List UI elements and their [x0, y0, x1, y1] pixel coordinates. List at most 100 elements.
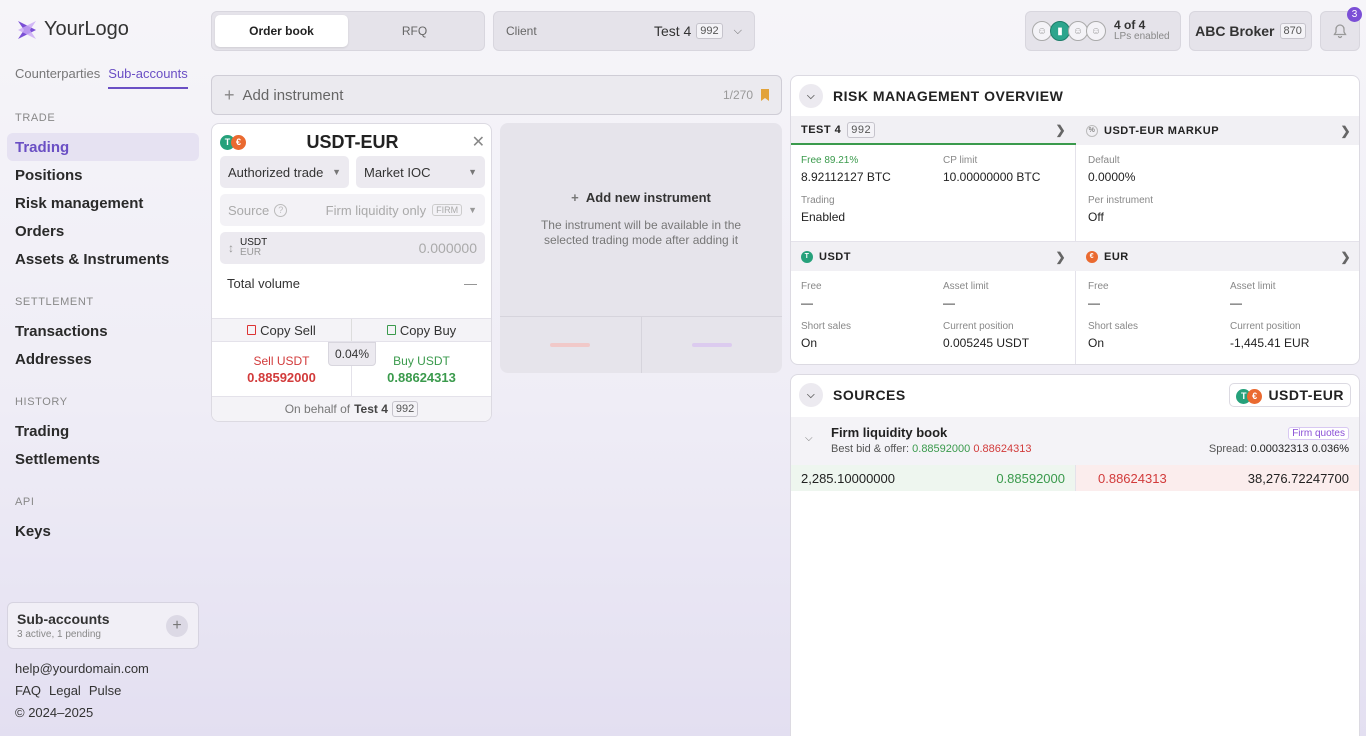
- risk-client-free: Free 89.21% 8.92112127 BTC: [801, 155, 891, 184]
- usdt-asset-limit: Asset limit —: [943, 281, 989, 310]
- total-volume-label: Total volume: [227, 276, 300, 291]
- copy-buy-label: Copy Buy: [399, 322, 457, 338]
- chevron-right-icon: ❯: [1340, 123, 1351, 138]
- source-label: Source: [228, 202, 270, 218]
- sort-icon[interactable]: ↕: [228, 241, 234, 255]
- mode-order-book[interactable]: Order book: [215, 15, 348, 47]
- ask-qty: 38,276.72247700: [1247, 470, 1349, 486]
- per-instrument-value: Off: [1088, 210, 1104, 224]
- spread-label: Spread:: [1208, 443, 1248, 455]
- quantity-input[interactable]: ↕ USDT EUR 0.000000: [220, 232, 485, 264]
- chevron-down-icon[interactable]: ⌵: [805, 433, 813, 444]
- faq-link[interactable]: FAQ: [15, 683, 41, 698]
- bell-icon: [1333, 24, 1347, 39]
- current-position-value: 0.005245 USDT: [943, 336, 1030, 350]
- risk-client-header[interactable]: TEST 4 992 ❯: [791, 116, 1076, 145]
- footer-links: FAQ Legal Pulse: [15, 683, 121, 698]
- book-title: Firm liquidity book: [831, 425, 948, 440]
- plus-icon: +: [224, 84, 235, 105]
- card-pair-title: USDT-EUR: [306, 131, 399, 152]
- chevron-down-icon: ⌵: [733, 24, 742, 37]
- free-label: Free 89.21%: [801, 155, 859, 166]
- add-instrument-input[interactable]: + Add instrument 1/270: [211, 75, 782, 115]
- sub-accounts-widget[interactable]: Sub-accounts 3 active, 1 pending +: [7, 602, 199, 649]
- sub-accounts-title: Sub-accounts: [17, 611, 110, 627]
- bookmark-icon[interactable]: [761, 89, 769, 101]
- risk-header: ⌵ RISK MANAGEMENT OVERVIEW: [791, 76, 1359, 116]
- add-new-instrument-card[interactable]: + Add new instrument The instrument will…: [500, 123, 782, 373]
- eur-asset-limit: Asset limit —: [1230, 281, 1276, 310]
- sources-title: SOURCES: [833, 387, 906, 403]
- question-icon[interactable]: ?: [274, 203, 288, 217]
- sidebar-item-settlements[interactable]: Settlements: [7, 445, 199, 473]
- buy-price: 0.88624313: [387, 370, 456, 385]
- risk-markup-header[interactable]: % USDT-EUR MARKUP ❯: [1076, 116, 1359, 145]
- broker-button[interactable]: ABC Broker 870: [1189, 11, 1312, 51]
- sidebar-item-history-trading[interactable]: Trading: [7, 417, 199, 445]
- section-trade: TRADE: [15, 112, 56, 124]
- tab-sub-accounts[interactable]: Sub-accounts: [108, 66, 188, 89]
- best-ask: 0.88624313: [973, 443, 1032, 455]
- copy-buy-button[interactable]: Copy Buy: [352, 319, 491, 341]
- lps-button[interactable]: ☺ ▮ ☺ ☺ 4 of 4 LPs enabled: [1025, 11, 1181, 51]
- close-icon[interactable]: ✕: [472, 132, 485, 152]
- order-type-select[interactable]: Authorized trade ▼: [220, 156, 349, 188]
- buy-placeholder-bar: [691, 343, 732, 347]
- client-select[interactable]: Client Test 4 992 ⌵: [493, 11, 755, 51]
- risk-client-title: TEST 4: [801, 123, 842, 136]
- behalf-id-badge: 992: [391, 401, 419, 417]
- risk-usdt-body: Free — Asset limit — Short sales On Curr…: [791, 271, 1076, 364]
- lp-avatar-icon: ☺: [1032, 21, 1052, 41]
- support-email[interactable]: help@yourdomain.com: [15, 661, 149, 676]
- risk-markup-title: USDT-EUR MARKUP: [1104, 124, 1220, 137]
- mode-rfq[interactable]: RFQ: [348, 15, 481, 47]
- sidebar-item-addresses[interactable]: Addresses: [7, 345, 199, 373]
- source-value: Firm liquidity only: [325, 202, 427, 218]
- logo-text: YourLogo: [44, 18, 129, 40]
- sidebar-item-orders[interactable]: Orders: [7, 217, 199, 245]
- exec-type-value: Market IOC: [364, 164, 431, 180]
- source-select[interactable]: Source ? Firm liquidity only FIRM ▼: [220, 194, 485, 226]
- instrument-count: 1/270: [722, 88, 753, 102]
- collapse-sources-button[interactable]: ⌵: [799, 383, 823, 407]
- free-label: Free: [1088, 281, 1109, 292]
- logo[interactable]: YourLogo: [16, 18, 129, 41]
- usdt-coin-icon: T: [801, 250, 813, 263]
- risk-usdt-header[interactable]: T USDT ❯: [791, 242, 1076, 271]
- risk-eur-body: Free — Asset limit — Short sales On Curr…: [1076, 271, 1359, 364]
- collapse-risk-button[interactable]: ⌵: [799, 84, 823, 108]
- sidebar-item-assets-instruments[interactable]: Assets & Instruments: [7, 245, 199, 273]
- chevron-right-icon: ❯: [1055, 249, 1066, 264]
- trading-value: Enabled: [801, 210, 846, 224]
- sources-pair-chip[interactable]: T € USDT-EUR: [1229, 383, 1351, 407]
- risk-usdt-cell[interactable]: T USDT ❯ Free — Asset limit — Short sale…: [791, 241, 1076, 364]
- table-row[interactable]: 2,285.10000000 0.88592000 0.88624313 38,…: [791, 465, 1359, 491]
- risk-eur-header[interactable]: € EUR ❯: [1076, 242, 1359, 271]
- client-id-badge: 992: [696, 23, 723, 39]
- pulse-link[interactable]: Pulse: [89, 683, 122, 698]
- total-volume: Total volume —: [227, 276, 477, 291]
- plus-icon: +: [172, 617, 182, 634]
- risk-markup-cell[interactable]: % USDT-EUR MARKUP ❯ Default 0.0000% Per …: [1076, 116, 1359, 241]
- sub-accounts-subtitle: 3 active, 1 pending: [17, 629, 101, 640]
- risk-client-cp-limit: CP limit 10.00000000 BTC: [943, 155, 1040, 184]
- risk-eur-cell[interactable]: € EUR ❯ Free — Asset limit — Short sales…: [1076, 241, 1359, 364]
- risk-client-cell[interactable]: TEST 4 992 ❯ Free 89.21% 8.92112127 BTC …: [791, 116, 1076, 241]
- legal-link[interactable]: Legal: [49, 683, 81, 698]
- sidebar-item-keys[interactable]: Keys: [7, 517, 199, 545]
- tab-counterparties[interactable]: Counterparties: [15, 66, 100, 89]
- sidebar-item-trading[interactable]: Trading: [7, 133, 199, 161]
- sidebar-item-risk-management[interactable]: Risk management: [7, 189, 199, 217]
- sell-placeholder-bar: [550, 343, 591, 347]
- notifications-button[interactable]: 3: [1320, 7, 1362, 51]
- sidebar-item-transactions[interactable]: Transactions: [7, 317, 199, 345]
- copyright: © 2024–2025: [15, 705, 94, 720]
- quantity-currency-toggle[interactable]: USDT EUR: [240, 238, 267, 258]
- sidebar-item-positions[interactable]: Positions: [7, 161, 199, 189]
- firm-liquidity-book[interactable]: ⌵ Firm liquidity book Best bid & offer: …: [791, 417, 1359, 465]
- add-sub-account-button[interactable]: +: [166, 615, 188, 637]
- copy-sell-button[interactable]: Copy Sell: [212, 319, 352, 341]
- chevron-down-icon: ⌵: [806, 90, 816, 102]
- bid-qty: 2,285.10000000: [801, 470, 895, 486]
- exec-type-select[interactable]: Market IOC ▼: [356, 156, 485, 188]
